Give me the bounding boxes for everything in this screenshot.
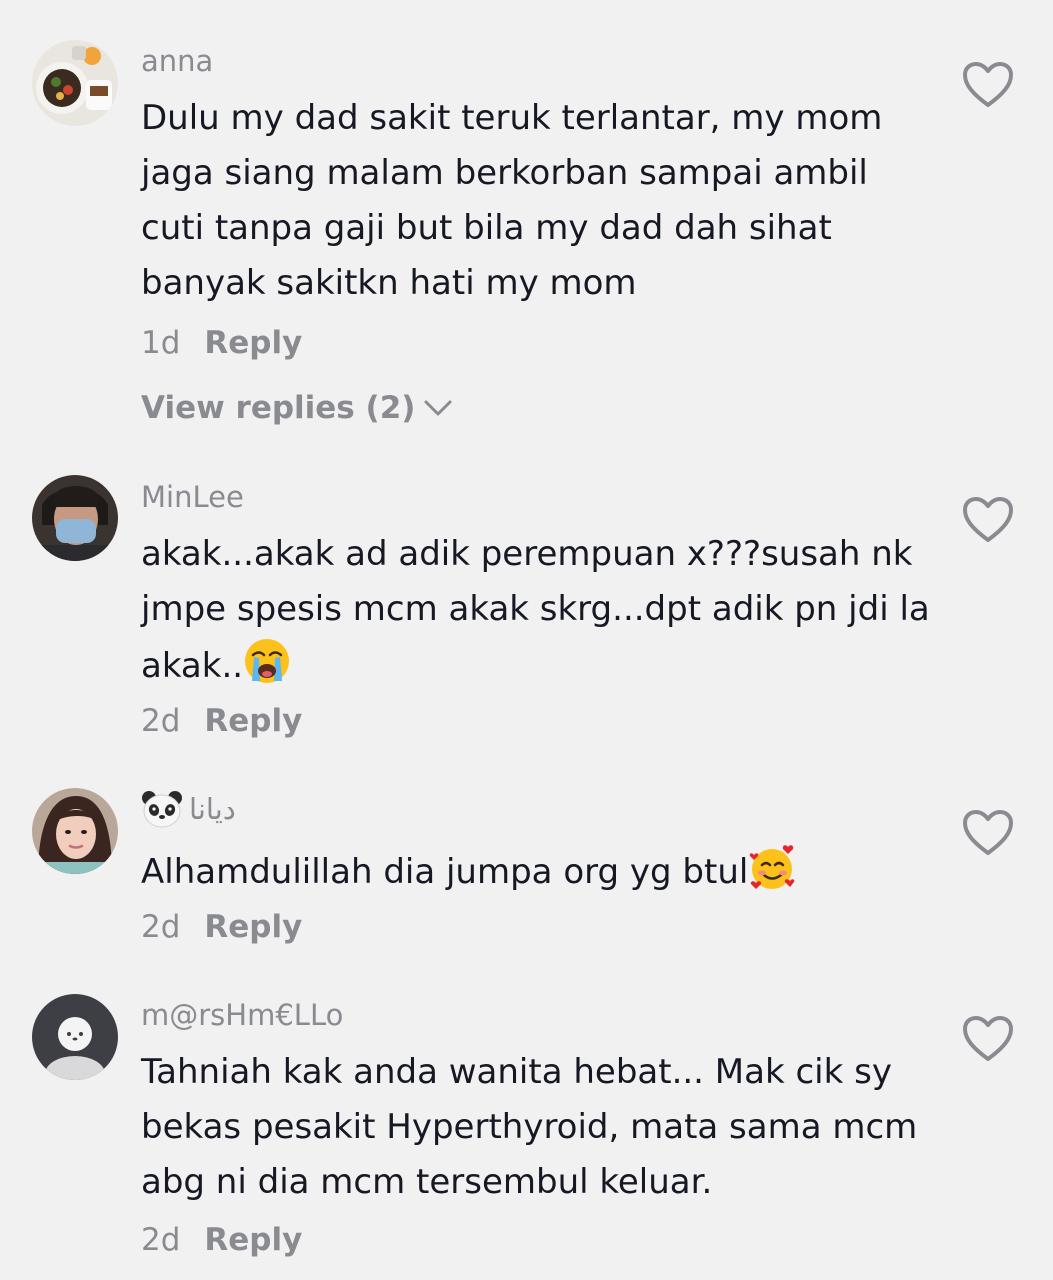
heart-outline-icon <box>963 62 1013 107</box>
reply-button[interactable]: Reply <box>204 1222 302 1258</box>
username-text: anna <box>141 44 214 78</box>
like-button[interactable] <box>961 1014 1015 1064</box>
avatar[interactable] <box>32 475 118 561</box>
comment-time: 2d <box>141 703 181 739</box>
comment-username[interactable]: ديانا <box>141 790 236 828</box>
avatar[interactable] <box>32 40 118 126</box>
comment-meta: 1d Reply <box>141 325 302 361</box>
chevron-down-icon <box>424 400 452 416</box>
avatar[interactable] <box>32 994 118 1080</box>
heart-outline-icon <box>963 1016 1013 1061</box>
avatar[interactable] <box>32 788 118 874</box>
view-replies-label: View replies (2) <box>141 390 416 426</box>
reply-button[interactable]: Reply <box>204 703 302 739</box>
comment-meta: 2d Reply <box>141 1222 302 1258</box>
smiling-face-with-hearts-icon <box>748 843 796 891</box>
username-text: MinLee <box>141 480 244 514</box>
loudly-crying-face-icon <box>243 637 291 685</box>
username-text: ديانا <box>189 792 236 826</box>
heart-outline-icon <box>963 497 1013 542</box>
comment-username[interactable]: MinLee <box>141 480 244 514</box>
comment-text: Dulu my dad sakit teruk terlantar, my mo… <box>141 98 883 303</box>
comment-username[interactable]: m@rsHm€LLo <box>141 998 343 1032</box>
like-button[interactable] <box>961 495 1015 545</box>
reply-button[interactable]: Reply <box>204 325 302 361</box>
comment-meta: 2d Reply <box>141 703 302 739</box>
comment-time: 2d <box>141 1222 181 1258</box>
username-text: m@rsHm€LLo <box>141 998 344 1032</box>
like-button[interactable] <box>961 808 1015 858</box>
comment-text-body: Alhamdulillah dia jumpa org yg btul <box>141 852 749 892</box>
comment-meta: 2d Reply <box>141 909 302 945</box>
woman-portrait-icon <box>32 788 118 874</box>
comment-time: 2d <box>141 909 181 945</box>
masked-person-icon <box>32 475 118 561</box>
panda-face-icon <box>141 790 183 828</box>
comment-text: Tahniah kak anda wanita hebat... Mak cik… <box>141 1052 918 1202</box>
comment-time: 1d <box>141 325 181 361</box>
comment-username[interactable]: anna <box>141 44 213 78</box>
view-replies-button[interactable]: View replies (2) <box>141 390 453 426</box>
heart-outline-icon <box>963 810 1013 855</box>
comment-text: Alhamdulillah dia jumpa org yg btul <box>141 843 931 900</box>
reply-button[interactable]: Reply <box>204 909 302 945</box>
comment-text: akak...akak ad adik perempuan x???susah … <box>141 527 931 694</box>
food-plate-icon <box>32 40 118 126</box>
default-ghost-icon <box>32 994 118 1080</box>
like-button[interactable] <box>961 60 1015 110</box>
